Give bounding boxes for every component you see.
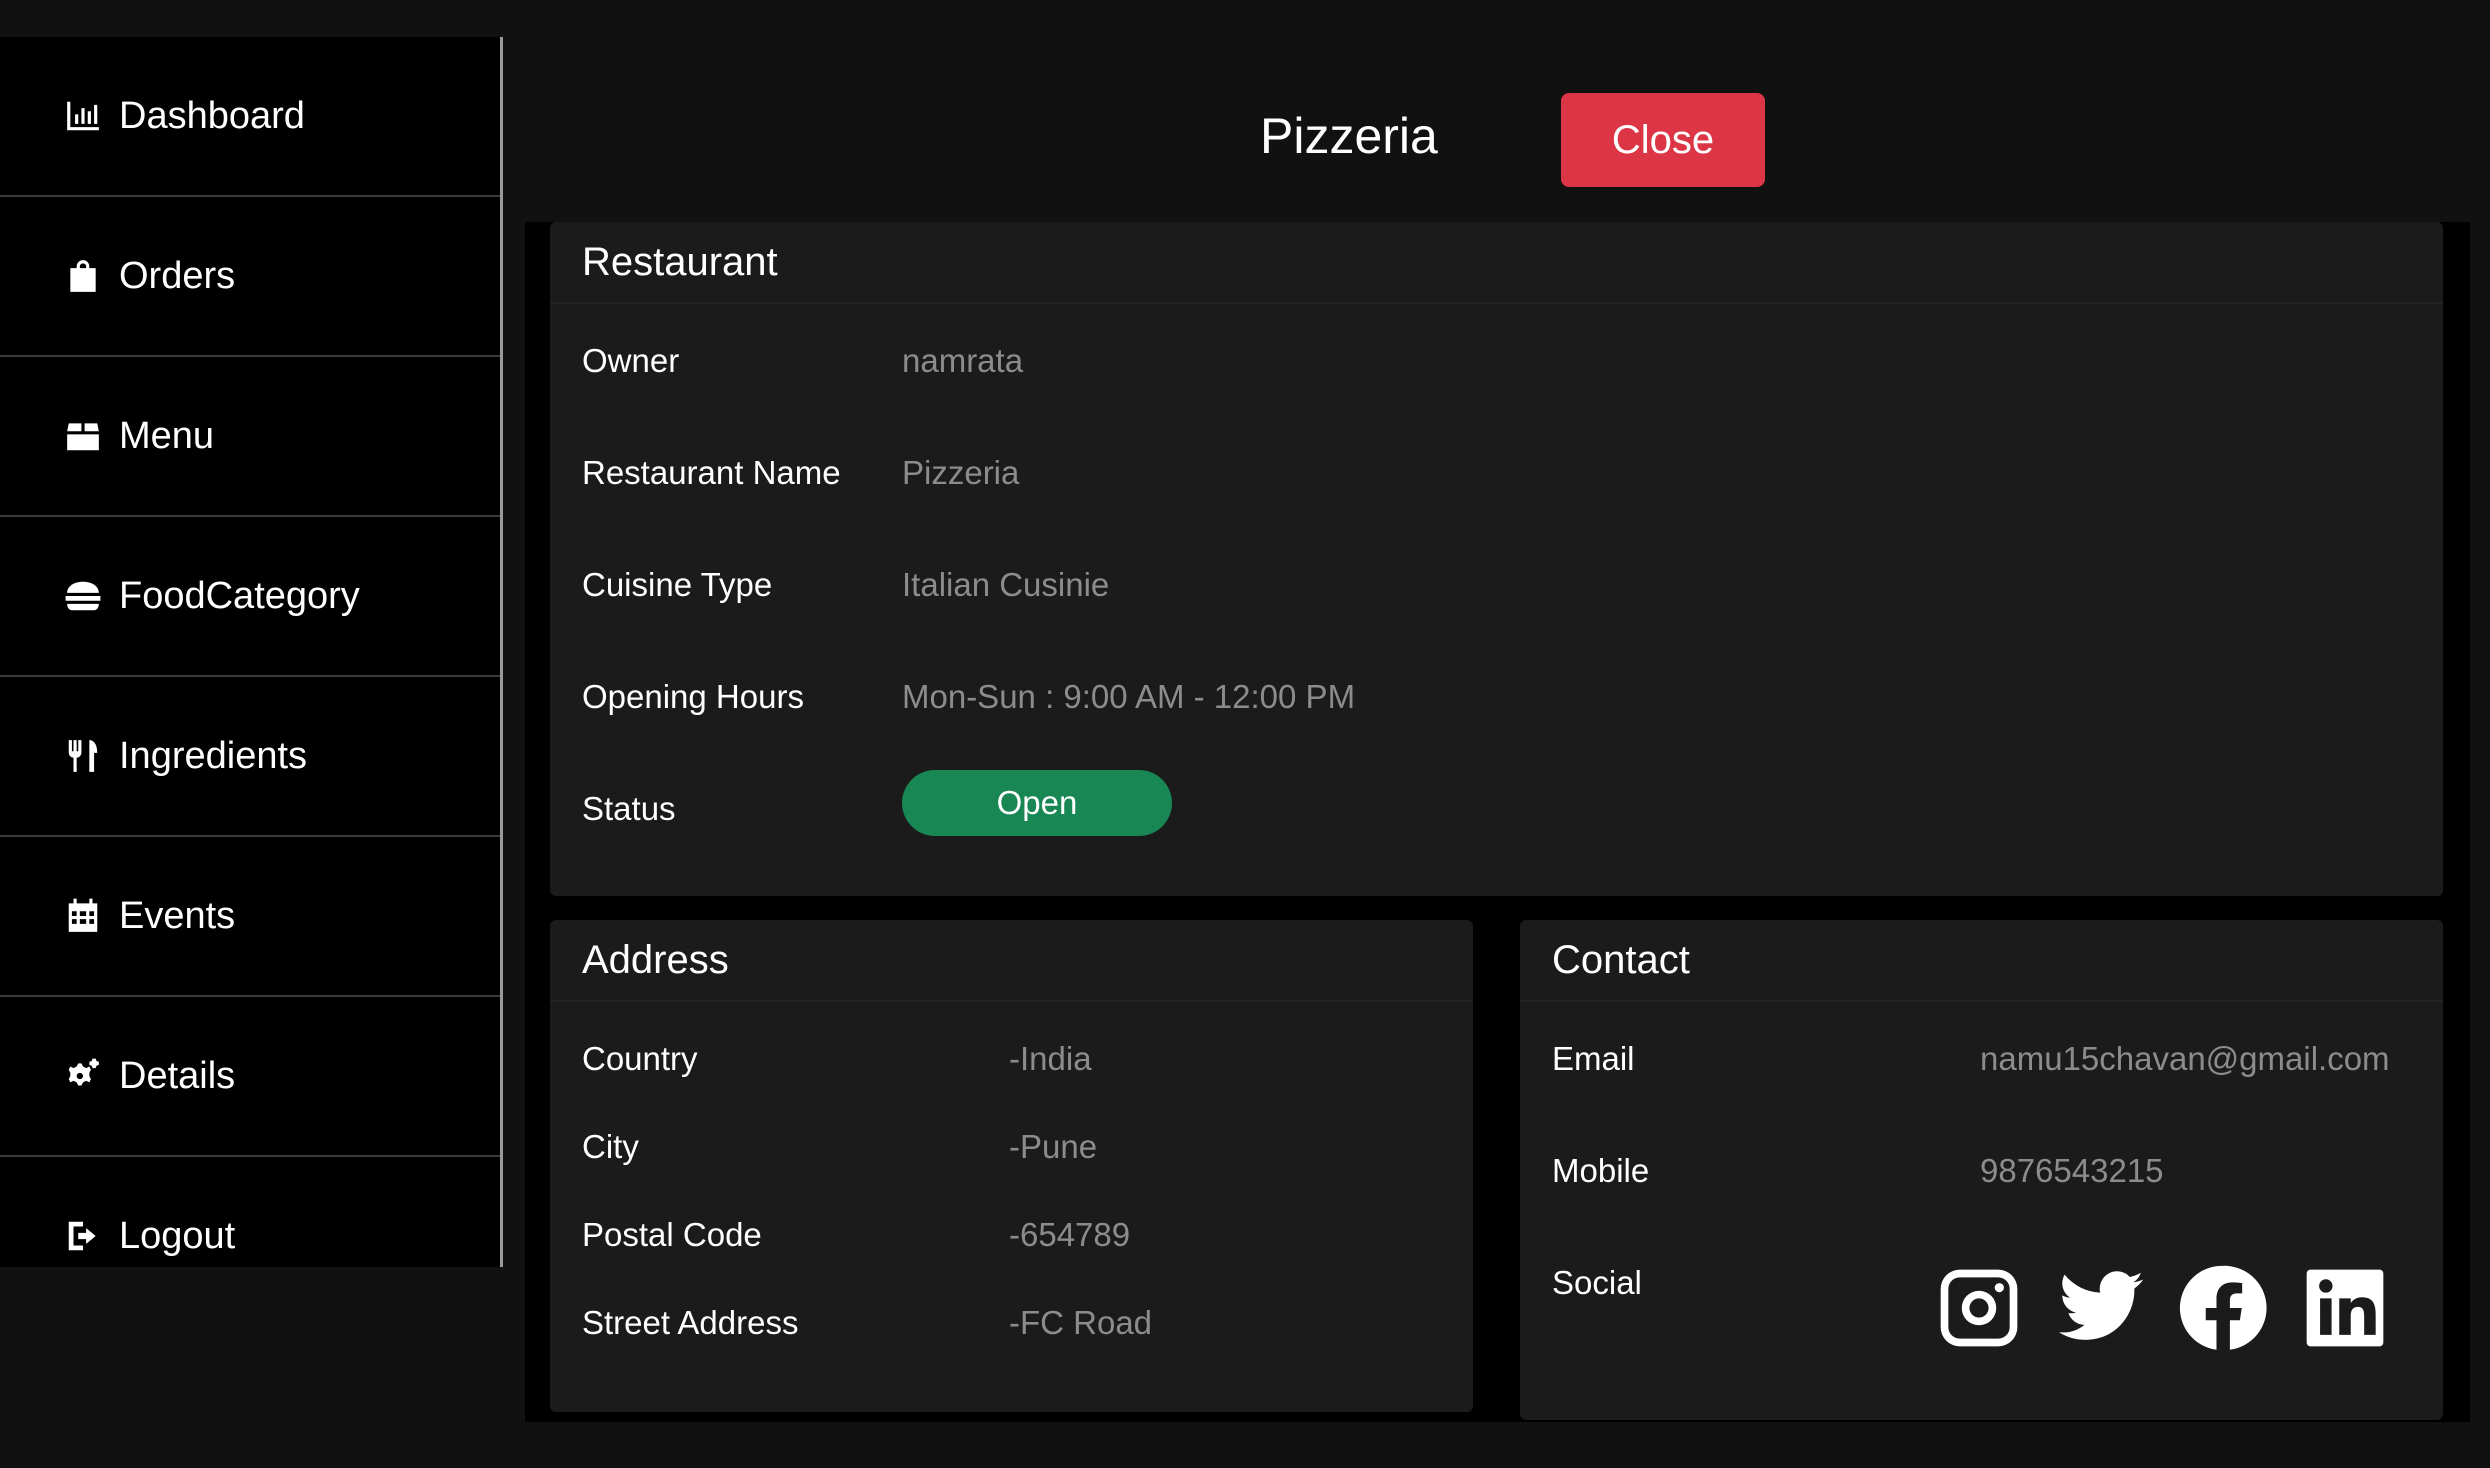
main-content: Restaurant Owner namrata Restaurant Name… [525, 222, 2470, 1422]
sidebar-item-events[interactable]: Events [0, 837, 500, 997]
status-badge[interactable]: Open [902, 770, 1172, 836]
contact-card: Contact Email namu15chavan@gmail.com Mob… [1520, 920, 2443, 1420]
city-label: City [582, 1128, 639, 1165]
owner-value: namrata [902, 342, 1024, 379]
sidebar-item-label: Dashboard [119, 94, 305, 137]
logout-icon [63, 1216, 103, 1256]
sidebar-item-dashboard[interactable]: Dashboard [0, 37, 500, 197]
sidebar-item-label: Orders [119, 254, 236, 297]
sidebar-item-label: Ingredients [119, 734, 308, 777]
gears-icon [63, 1056, 103, 1096]
sidebar-item-label: Logout [119, 1214, 236, 1257]
status-label: Status [582, 790, 676, 827]
sidebar-item-menu[interactable]: Menu [0, 357, 500, 517]
instagram-icon[interactable] [1933, 1262, 2025, 1354]
social-label: Social [1552, 1264, 1642, 1301]
twitter-icon[interactable] [2055, 1262, 2147, 1354]
sidebar-item-details[interactable]: Details [0, 997, 500, 1157]
facebook-icon[interactable] [2177, 1262, 2269, 1354]
burger-icon [63, 576, 103, 616]
page-title: Pizzeria [1260, 108, 1438, 164]
mobile-value: 9876543215 [1980, 1152, 2164, 1189]
social-icons [1933, 1262, 2391, 1354]
sidebar-item-ingredients[interactable]: Ingredients [0, 677, 500, 837]
email-label: Email [1552, 1040, 1635, 1077]
close-button[interactable]: Close [1561, 93, 1765, 187]
sidebar-item-foodcategory[interactable]: FoodCategory [0, 517, 500, 677]
sidebar-item-label: FoodCategory [119, 574, 360, 617]
contact-card-title: Contact [1520, 920, 2443, 1002]
page-header: Pizzeria Close [520, 37, 2470, 222]
address-card-title: Address [550, 920, 1473, 1002]
cuisine-label: Cuisine Type [582, 566, 773, 603]
street-address-value: -FC Road [1009, 1304, 1153, 1341]
restaurant-name-label: Restaurant Name [582, 454, 841, 491]
sidebar-item-label: Details [119, 1054, 236, 1097]
postal-code-value: -654789 [1009, 1216, 1131, 1253]
sidebar-item-logout[interactable]: Logout [0, 1157, 500, 1267]
sidebar-item-orders[interactable]: Orders [0, 197, 500, 357]
address-card: Address Country -India City -Pune Postal… [550, 920, 1473, 1412]
owner-label: Owner [582, 342, 680, 379]
restaurant-card: Restaurant Owner namrata Restaurant Name… [550, 222, 2443, 896]
linkedin-icon[interactable] [2299, 1262, 2391, 1354]
country-label: Country [582, 1040, 698, 1077]
opening-hours-value: Mon-Sun : 9:00 AM - 12:00 PM [902, 678, 1356, 715]
opening-hours-label: Opening Hours [582, 678, 804, 715]
street-address-label: Street Address [582, 1304, 799, 1341]
mobile-label: Mobile [1552, 1152, 1650, 1189]
sidebar-item-label: Menu [119, 414, 215, 457]
shopping-bag-icon [63, 256, 103, 296]
sidebar-item-label: Events [119, 894, 236, 937]
postal-code-label: Postal Code [582, 1216, 762, 1253]
chart-bar-icon [63, 96, 103, 136]
sidebar: Dashboard Orders Menu FoodCategory Ingre… [0, 37, 503, 1267]
utensils-icon [63, 736, 103, 776]
country-value: -India [1009, 1040, 1092, 1077]
restaurant-name-value: Pizzeria [902, 454, 1020, 491]
email-value: namu15chavan@gmail.com [1980, 1040, 2390, 1077]
cuisine-value: Italian Cusinie [902, 566, 1110, 603]
restaurant-card-title: Restaurant [550, 222, 2443, 304]
calendar-icon [63, 896, 103, 936]
city-value: -Pune [1009, 1128, 1098, 1165]
box-icon [63, 416, 103, 456]
